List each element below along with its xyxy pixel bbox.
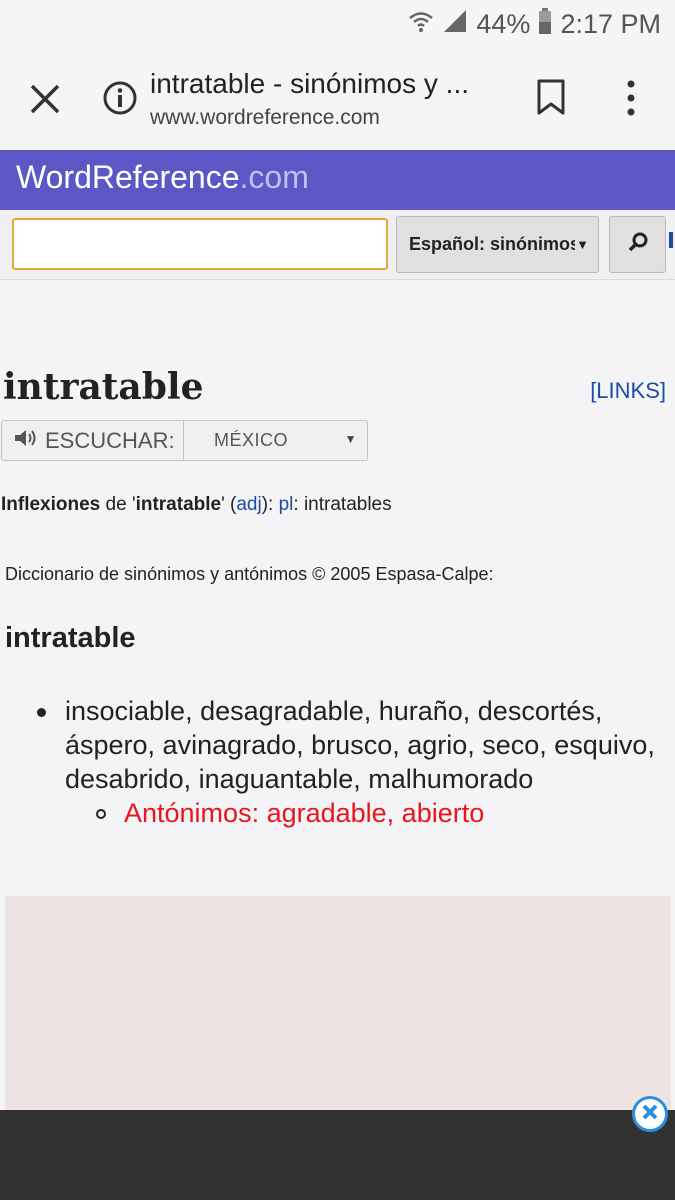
inflections-text: de ' [100, 494, 136, 515]
plural-link[interactable]: pl [279, 494, 294, 515]
dictionary-source: Diccionario de sinónimos y antónimos © 2… [5, 564, 494, 584]
bookmark-icon[interactable] [536, 78, 566, 116]
caret-down-icon: ▼ [576, 237, 589, 252]
status-icons: 44% 2:17 PM [408, 7, 661, 41]
ad-close-button[interactable] [632, 1096, 668, 1132]
sense-heading: intratable [5, 622, 136, 654]
inflections-word: intratable [135, 494, 222, 515]
links-link[interactable]: [LINKS] [590, 378, 666, 404]
speaker-icon [13, 427, 39, 455]
pos-link[interactable]: adj [236, 494, 261, 515]
wifi-icon [408, 9, 434, 40]
close-icon[interactable] [26, 80, 64, 118]
search-button[interactable] [609, 216, 666, 273]
page-title[interactable]: intratable - sinónimos y ... [150, 68, 510, 100]
close-icon [640, 1102, 660, 1127]
clock: 2:17 PM [560, 8, 661, 39]
status-bar: 44% 2:17 PM [0, 0, 675, 48]
bottom-ad-bar [0, 1110, 675, 1200]
search-icon [627, 231, 649, 258]
dictionary-select[interactable]: Español: sinónimos ▼ [396, 216, 599, 273]
search-bar: Español: sinónimos ▼ [0, 210, 675, 280]
accent-select[interactable]: MÉXICO ▼ [184, 421, 367, 460]
signal-icon [442, 8, 468, 41]
listen-label: ESCUCHAR: [45, 427, 175, 453]
logo-text: WordReference [16, 159, 240, 195]
search-input[interactable] [12, 218, 388, 270]
info-icon[interactable] [102, 80, 138, 116]
inflections-text: ' ( [221, 494, 237, 515]
antonym-item: Antónimos: agradable, abierto [34, 796, 675, 830]
inflections-line: Inflexiones de 'intratable' (adj): pl: i… [1, 494, 392, 516]
page-url[interactable]: www.wordreference.com [150, 106, 380, 130]
logo-domain: .com [239, 159, 309, 195]
site-header: WordReference.com [0, 150, 675, 210]
dictionary-select-value: Español: sinónimos [409, 234, 575, 254]
listen-button[interactable]: ESCUCHAR: [2, 421, 184, 460]
headword: intratable [3, 366, 204, 408]
circle-bullet-icon [96, 809, 106, 819]
inflections-text: : intratables [293, 494, 392, 515]
site-logo[interactable]: WordReference.com [16, 159, 309, 196]
antonyms-text: Antónimos: agradable, abierto [124, 798, 485, 828]
listen-bar: ESCUCHAR: MÉXICO ▼ [1, 420, 368, 461]
caret-down-icon: ▼ [344, 432, 357, 446]
synonyms-text: insociable, desagradable, huraño, descor… [65, 696, 655, 794]
synonym-list: insociable, desagradable, huraño, descor… [34, 694, 675, 830]
bullet-icon [37, 708, 46, 717]
synonym-item: insociable, desagradable, huraño, descor… [34, 694, 675, 796]
battery-percent: 44% [476, 8, 531, 39]
edge-fragment [669, 232, 673, 248]
ad-placeholder [5, 896, 671, 1110]
inflections-text: ): [261, 494, 279, 515]
accent-select-value: MÉXICO [214, 430, 289, 450]
battery-icon [538, 7, 552, 41]
more-vert-icon[interactable] [620, 78, 642, 118]
inflections-label: Inflexiones [1, 494, 101, 515]
browser-toolbar: intratable - sinónimos y ... www.wordref… [0, 48, 675, 148]
